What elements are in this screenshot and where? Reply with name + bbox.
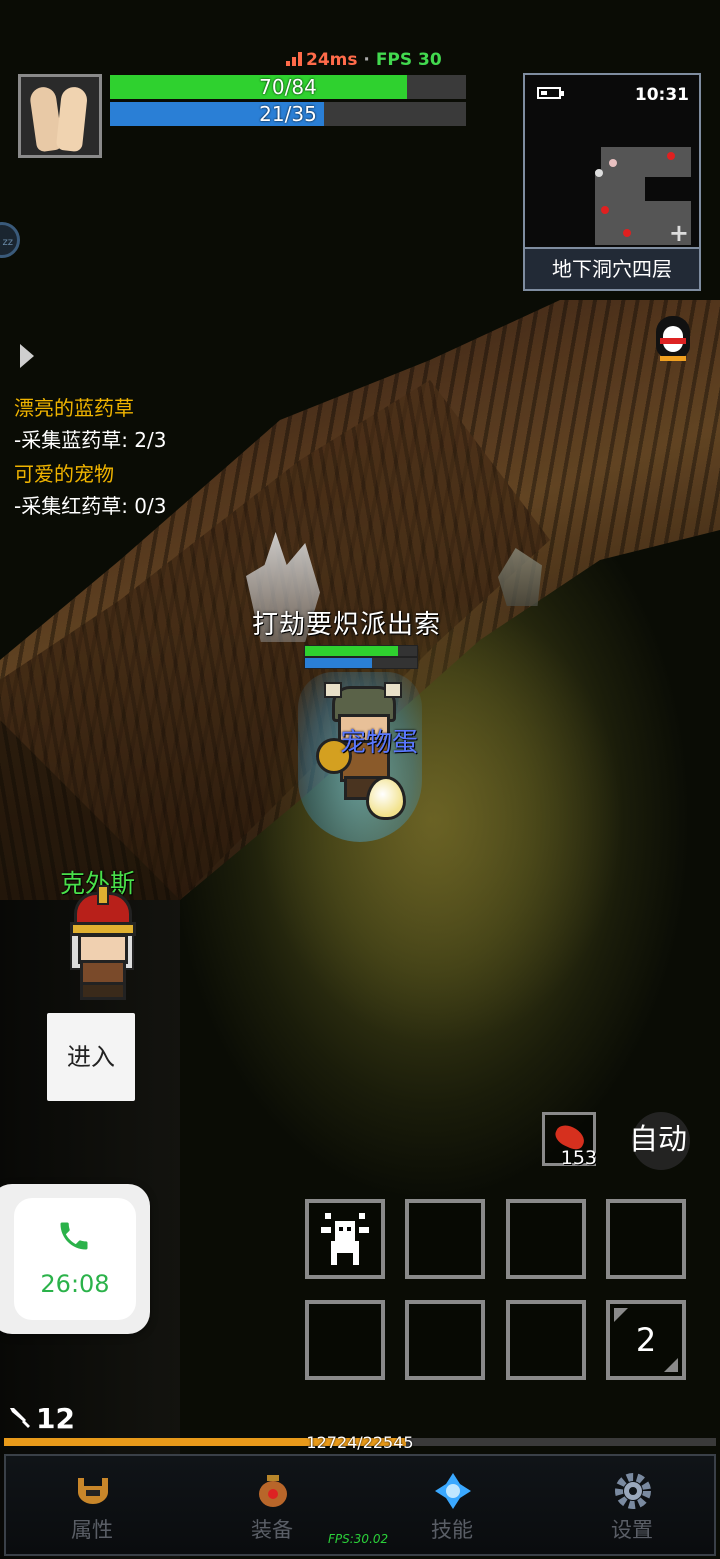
separator: · xyxy=(363,50,370,70)
nav-skills[interactable]: 技能 xyxy=(392,1456,512,1554)
consumable-slot[interactable]: 153 xyxy=(542,1112,597,1169)
skill-slot-3[interactable] xyxy=(506,1199,586,1279)
skill-page-number: 2 xyxy=(635,1321,657,1359)
network-status: 24ms · FPS 30 xyxy=(286,50,442,70)
skill-slot-2[interactable] xyxy=(405,1199,485,1279)
enter-button[interactable]: 进入 xyxy=(47,1013,135,1101)
penguin-icon[interactable] xyxy=(650,312,696,362)
ping-value: 24ms xyxy=(306,50,358,70)
sword-icon xyxy=(10,1408,30,1428)
nav-label: 技能 xyxy=(431,1518,473,1542)
call-duration: 26:08 xyxy=(40,1270,110,1298)
clock: 10:31 xyxy=(634,85,689,105)
player-mp-fill xyxy=(305,658,373,668)
quest-task: -采集红药草: 0/3 xyxy=(14,494,167,518)
phone-icon xyxy=(60,1222,88,1250)
nav-settings[interactable]: 设置 xyxy=(572,1456,692,1554)
npc-character[interactable] xyxy=(64,885,136,1000)
skill-slot-7[interactable] xyxy=(506,1300,586,1380)
player-avatar[interactable] xyxy=(18,74,102,158)
debug-fps: FPS:30.02 xyxy=(328,1532,389,1546)
hp-text: 70/84 xyxy=(259,75,317,99)
skill-slot-6[interactable] xyxy=(405,1300,485,1380)
bag-icon xyxy=(259,1475,287,1507)
enemy-marker xyxy=(601,206,609,214)
consumable-count: 153 xyxy=(560,1147,597,1169)
helmet-icon xyxy=(78,1478,108,1504)
skill-page-switch-button[interactable]: 2 xyxy=(606,1300,686,1380)
nav-label: 属性 xyxy=(71,1518,113,1542)
auto-button[interactable]: 自动 xyxy=(629,1112,690,1170)
nav-label: 设置 xyxy=(611,1518,653,1542)
quest-collapse-arrow-icon[interactable] xyxy=(20,344,34,368)
quest-title[interactable]: 可爱的宠物 xyxy=(14,458,114,487)
area-name: 地下洞穴四层 xyxy=(525,247,699,289)
quest-task: -采集蓝药草: 2/3 xyxy=(14,428,167,452)
pet-egg[interactable] xyxy=(366,776,406,820)
minimap[interactable]: 10:31 + 地下洞穴四层 xyxy=(523,73,701,291)
enemy-marker xyxy=(667,152,675,160)
player-marker xyxy=(609,159,617,167)
exp-text: 12724/22545 xyxy=(306,1433,414,1452)
nav-attributes[interactable]: 属性 xyxy=(32,1456,152,1554)
level-value: 12 xyxy=(36,1402,75,1435)
plus-icon[interactable]: + xyxy=(669,219,689,247)
avatar-figure xyxy=(55,85,89,153)
hp-bar: 70/84 xyxy=(110,75,466,99)
skill-slot-1[interactable] xyxy=(305,1199,385,1279)
nav-label: 装备 xyxy=(251,1518,293,1542)
skill-slot-5[interactable] xyxy=(305,1300,385,1380)
pet-label: 宠物蛋 xyxy=(340,728,419,758)
battery-icon xyxy=(537,87,564,99)
gear-icon xyxy=(615,1473,651,1509)
player-mp-bar xyxy=(304,657,418,669)
monster-skill-icon xyxy=(321,1213,369,1267)
player-level: 12 xyxy=(8,1402,75,1435)
player-hp-bar xyxy=(304,645,418,657)
mp-bar: 21/35 xyxy=(110,102,466,126)
enemy-marker xyxy=(623,229,631,237)
npc-marker xyxy=(595,169,603,177)
call-card[interactable] xyxy=(14,1198,136,1320)
signal-icon xyxy=(286,52,302,66)
fps-value: FPS 30 xyxy=(375,50,442,70)
quest-title[interactable]: 漂亮的蓝药草 xyxy=(14,392,134,421)
player-hp-fill xyxy=(305,646,398,656)
mp-text: 21/35 xyxy=(259,102,317,126)
skill-slot-4[interactable] xyxy=(606,1199,686,1279)
player-name: 打劫要炽派出索 xyxy=(252,610,442,640)
nav-equipment[interactable]: 装备 xyxy=(212,1456,332,1554)
crystal-icon xyxy=(435,1473,471,1509)
